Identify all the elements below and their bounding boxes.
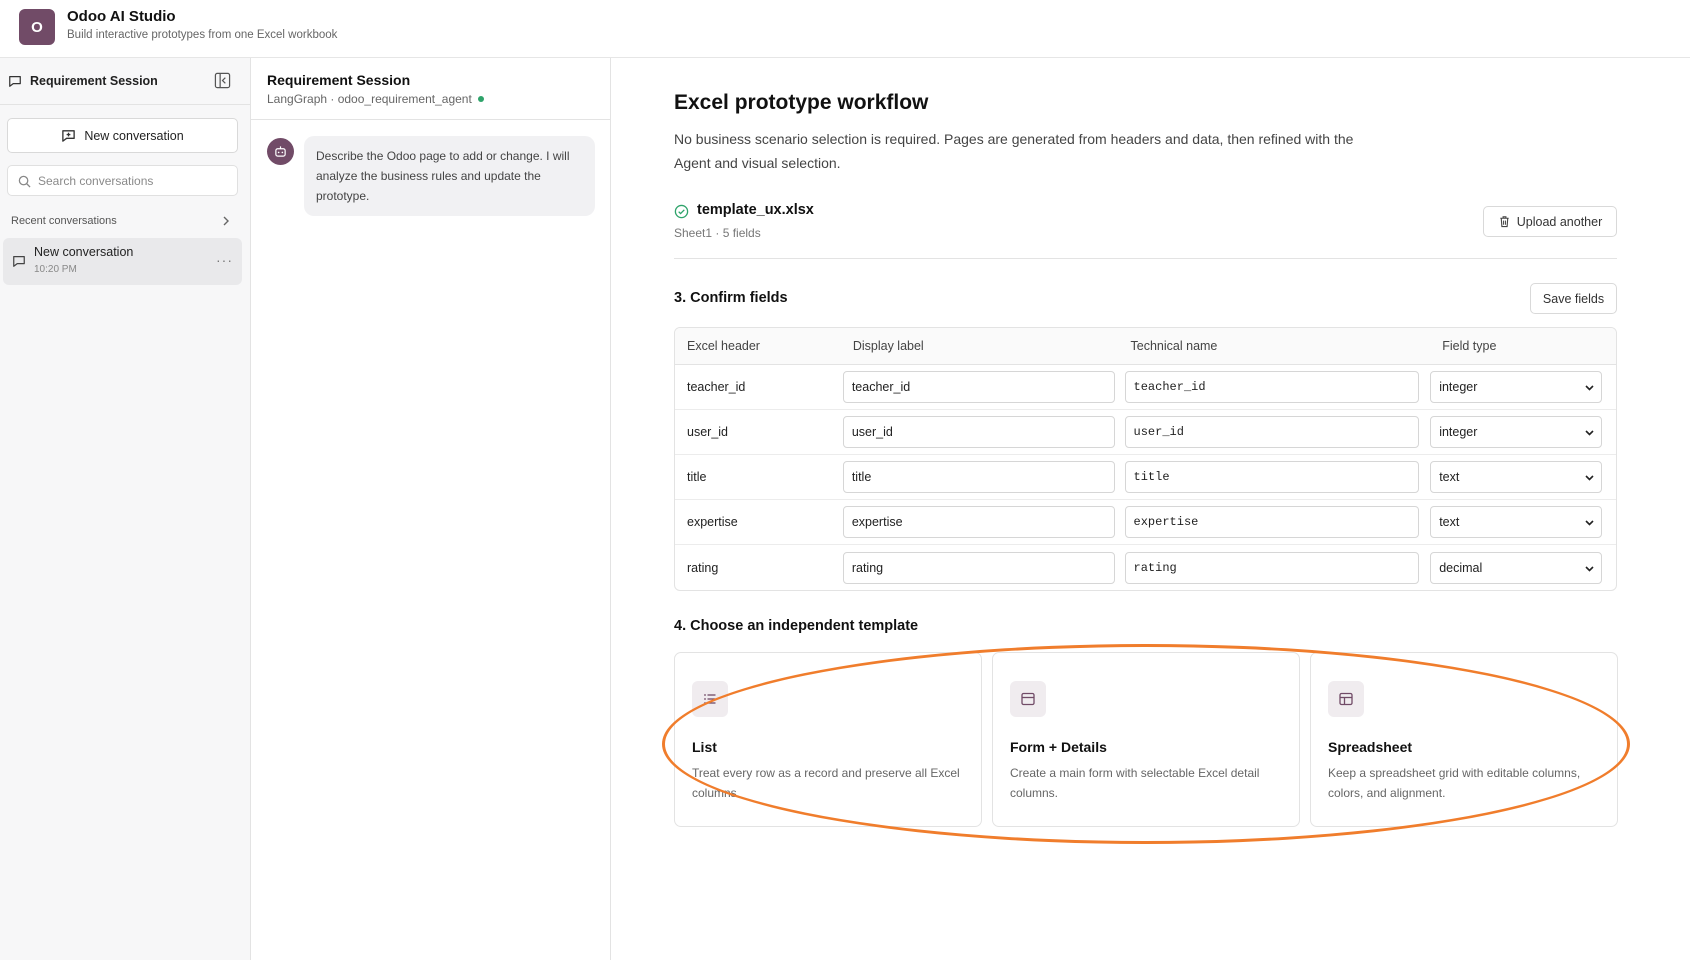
display-label-input[interactable]	[842, 551, 1115, 584]
chevron-down-icon	[1585, 475, 1594, 481]
template-name: List	[692, 739, 717, 755]
upload-another-button[interactable]: Upload another	[1483, 206, 1617, 237]
new-chat-icon	[62, 130, 76, 142]
column-header: Display label	[852, 339, 924, 353]
field-type-value: integer	[1439, 425, 1478, 439]
chevron-right-icon[interactable]	[221, 216, 231, 226]
table-row: title text	[675, 455, 1616, 500]
robot-icon	[275, 146, 286, 157]
file-name: template_ux.xlsx	[697, 202, 814, 218]
chat-icon	[13, 256, 25, 267]
display-label-input[interactable]	[842, 416, 1115, 448]
chevron-down-icon	[1585, 385, 1594, 391]
spreadsheet-icon	[1328, 681, 1364, 717]
column-header: Excel header	[687, 339, 760, 353]
technical-name-input[interactable]	[1124, 416, 1419, 448]
confirm-fields-title: 3. Confirm fields	[674, 290, 788, 306]
field-type-value: decimal	[1439, 560, 1483, 575]
table-row: teacher_id integer	[675, 365, 1616, 410]
excel-header-cell: expertise	[687, 515, 738, 529]
form-icon	[1010, 681, 1046, 717]
app-logo: O	[19, 9, 55, 45]
trash-icon	[1500, 216, 1509, 228]
fields-table: Excel header Display label Technical nam…	[674, 327, 1617, 591]
template-description: Treat every row as a record and preserve…	[692, 766, 960, 800]
excel-header-cell: rating	[687, 560, 719, 575]
field-type-select[interactable]: decimal	[1430, 551, 1603, 584]
workflow-panel: Excel prototype workflow No business sce…	[611, 58, 1690, 960]
chat-header: Requirement Session LangGraph · odoo_req…	[251, 58, 611, 120]
sidebar-header: Requirement Session	[0, 58, 251, 105]
chat-icon	[9, 76, 21, 87]
chat-panel: Requirement Session LangGraph · odoo_req…	[251, 58, 611, 960]
table-row: expertise text	[675, 500, 1616, 545]
agent-name: LangGraph · odoo_requirement_agent	[267, 92, 472, 106]
field-type-value: text	[1439, 515, 1460, 529]
field-type-select[interactable]: text	[1430, 461, 1603, 493]
more-options-icon[interactable]: ···	[216, 252, 233, 268]
divider	[674, 258, 1617, 259]
technical-name-input[interactable]	[1124, 551, 1419, 584]
recent-conversations-label: Recent conversations	[11, 215, 117, 227]
chat-subtitle: LangGraph · odoo_requirement_agent	[267, 92, 484, 106]
chat-title: Requirement Session	[267, 72, 411, 88]
conversation-sidebar: Requirement Session New conversation Rec…	[0, 58, 251, 960]
status-dot-icon	[477, 95, 484, 102]
sidebar-title: Requirement Session	[30, 74, 158, 88]
list-icon	[692, 681, 728, 717]
upload-another-label: Upload another	[1516, 214, 1603, 229]
new-conversation-button[interactable]: New conversation	[7, 118, 238, 153]
bot-avatar	[267, 138, 294, 165]
template-name: Form + Details	[1010, 739, 1107, 755]
display-label-input[interactable]	[842, 371, 1115, 403]
field-type-select[interactable]: text	[1430, 506, 1603, 538]
app-subtitle: Build interactive prototypes from one Ex…	[67, 29, 338, 41]
field-type-value: integer	[1439, 380, 1478, 394]
conversation-time: 10:20 PM	[34, 264, 77, 275]
new-conversation-label: New conversation	[84, 128, 184, 143]
display-label-input[interactable]	[842, 506, 1115, 538]
chevron-down-icon	[1585, 565, 1594, 572]
column-header: Technical name	[1130, 339, 1218, 353]
template-description: Keep a spreadsheet grid with editable co…	[1328, 766, 1581, 800]
app-title: Odoo AI Studio	[67, 8, 176, 25]
search-icon	[18, 175, 31, 188]
excel-header-cell: teacher_id	[687, 380, 746, 394]
template-card-form-details[interactable]: Form + Details Create a main form with s…	[992, 652, 1300, 827]
collapse-sidebar-icon[interactable]	[214, 72, 231, 89]
check-circle-icon	[674, 204, 689, 219]
template-card-list[interactable]: List Treat every row as a record and pre…	[674, 652, 982, 827]
column-header: Field type	[1442, 339, 1497, 353]
table-header: Excel header Display label Technical nam…	[675, 328, 1616, 365]
choose-template-title: 4. Choose an independent template	[674, 618, 919, 634]
chevron-down-icon	[1585, 430, 1594, 436]
template-card-spreadsheet[interactable]: Spreadsheet Keep a spreadsheet grid with…	[1310, 652, 1618, 827]
search-conversations	[7, 165, 238, 196]
conversation-title: New conversation	[34, 245, 134, 259]
technical-name-input[interactable]	[1124, 506, 1419, 538]
table-row: user_id integer	[675, 410, 1616, 455]
field-type-select[interactable]: integer	[1430, 416, 1603, 448]
save-fields-button[interactable]: Save fields	[1530, 283, 1617, 314]
table-row: rating decimal	[675, 545, 1616, 590]
technical-name-input[interactable]	[1124, 371, 1419, 403]
technical-name-input[interactable]	[1124, 461, 1419, 493]
field-type-value: text	[1439, 470, 1460, 484]
display-label-input[interactable]	[842, 461, 1115, 493]
template-description: Create a main form with selectable Excel…	[1010, 766, 1260, 800]
chevron-down-icon	[1585, 520, 1594, 526]
app-header: O Odoo AI Studio Build interactive proto…	[0, 0, 1690, 58]
page-description: No business scenario selection is requir…	[674, 131, 1354, 171]
conversation-item[interactable]: New conversation 10:20 PM ···	[3, 238, 242, 285]
search-input[interactable]	[38, 166, 233, 195]
assistant-message: Describe the Odoo page to add or change.…	[304, 136, 595, 216]
page-title: Excel prototype workflow	[674, 91, 929, 114]
excel-header-cell: title	[687, 470, 707, 484]
file-meta: Sheet1 · 5 fields	[674, 226, 761, 240]
excel-header-cell: user_id	[687, 425, 728, 439]
template-name: Spreadsheet	[1328, 739, 1413, 755]
field-type-select[interactable]: integer	[1430, 371, 1603, 403]
